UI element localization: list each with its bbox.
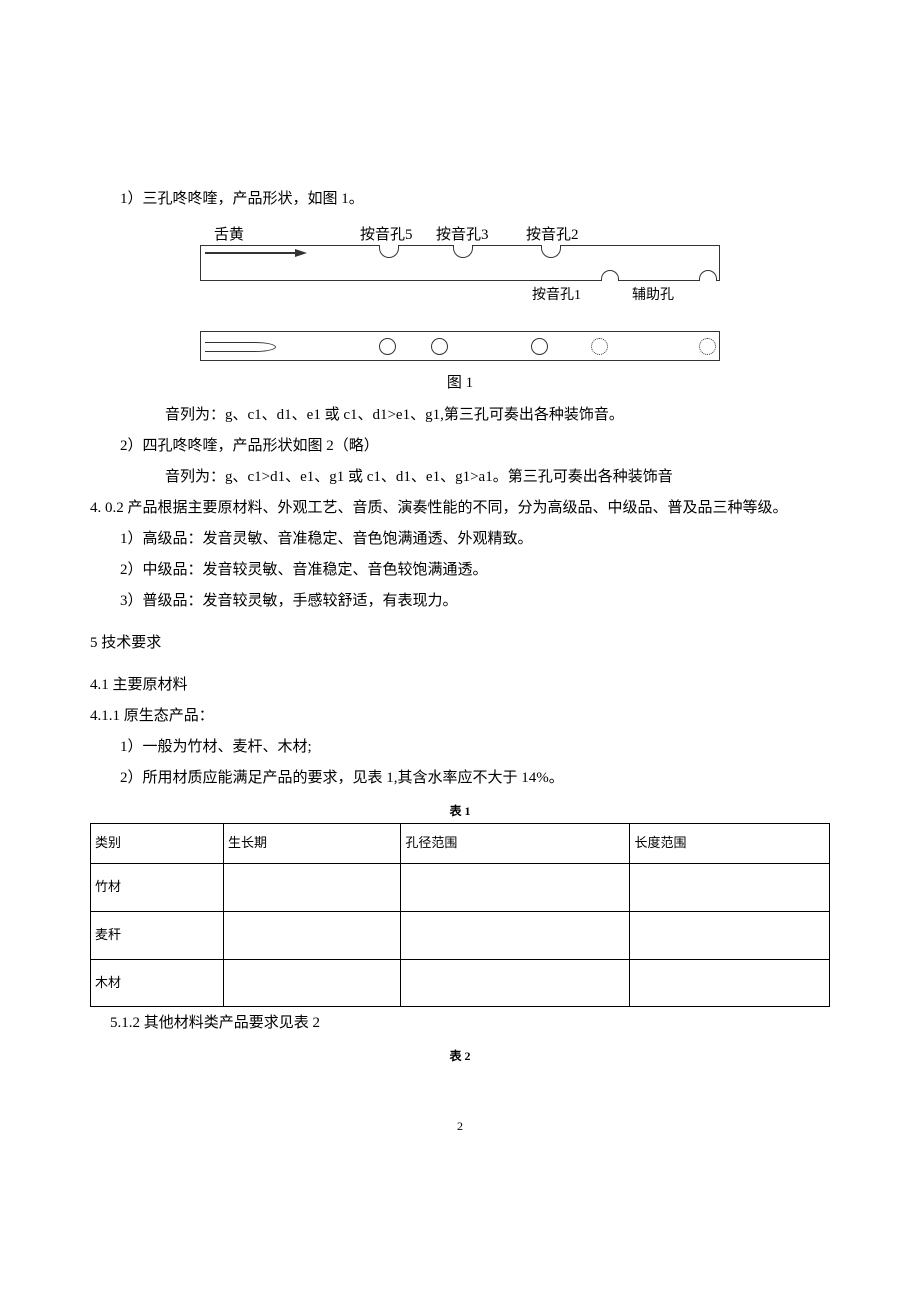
hole-icon — [453, 245, 473, 258]
page-number: 2 — [90, 1117, 830, 1136]
table-cell — [224, 911, 401, 959]
table-header: 生长期 — [224, 824, 401, 864]
figure-1: 舌黄 按音孔5 按音孔3 按音孔2 按音孔1 辅助孔 — [200, 223, 720, 361]
table-cell: 竹材 — [91, 863, 224, 911]
section-4-1-title: 4.1 主要原材料 — [90, 673, 830, 697]
label-aux-hole: 辅助孔 — [632, 285, 674, 307]
section-5-1-2: 5.1.2 其他材料类产品要求见表 2 — [90, 1011, 830, 1035]
section-4-0-2: 4. 0.2 产品根据主要原材料、外观工艺、音质、演奏性能的不同，分为高级品、中… — [90, 496, 830, 520]
section-4-1-1-title: 4.1.1 原生态产品： — [90, 704, 830, 728]
table-2-caption: 表 2 — [90, 1047, 830, 1066]
tone-sequence-1: 音列为：g、c1、d1、e1 或 c1、d1>e1、g1,第三孔可奏出各种装饰音… — [90, 403, 830, 427]
hole-icon — [699, 270, 717, 281]
hole-icon — [431, 338, 448, 355]
table-header: 孔径范围 — [401, 824, 630, 864]
reed-shape — [205, 252, 295, 254]
hole-icon — [601, 270, 619, 281]
table-header: 类别 — [91, 824, 224, 864]
table-row: 竹材 — [91, 863, 830, 911]
hole-icon — [541, 245, 561, 258]
reed-shape — [205, 342, 276, 352]
table-cell — [224, 863, 401, 911]
table-header: 长度范围 — [630, 824, 830, 864]
material-item-2: 2）所用材质应能满足产品的要求，见表 1,其含水率应不大于 14%。 — [90, 766, 830, 790]
label-hole2: 按音孔2 — [526, 223, 579, 247]
table-row: 木材 — [91, 959, 830, 1007]
table-cell — [401, 911, 630, 959]
flute-side-view — [200, 331, 720, 361]
document-page: 1）三孔咚咚喹，产品形状，如图 1。 舌黄 按音孔5 按音孔3 按音孔2 按音孔… — [0, 0, 920, 1176]
hole-icon — [379, 338, 396, 355]
table-1: 类别 生长期 孔径范围 长度范围 竹材 麦秆 木材 — [90, 823, 830, 1007]
section-5-title: 5 技术要求 — [90, 631, 830, 655]
table-cell — [401, 959, 630, 1007]
grade-mid: 2）中级品：发音较灵敏、音准稳定、音色较饱满通透。 — [90, 558, 830, 582]
grade-basic: 3）普级品：发音较灵敏，手感较舒适，有表现力。 — [90, 589, 830, 613]
label-hole5: 按音孔5 — [360, 223, 413, 247]
flute-top-view — [200, 245, 720, 281]
table-cell — [401, 863, 630, 911]
table-cell — [630, 959, 830, 1007]
table-row: 麦秆 — [91, 911, 830, 959]
table-cell — [224, 959, 401, 1007]
tone-sequence-2: 音列为：g、c1>d1、e1、g1 或 c1、d1、e1、g1>a1。第三孔可奏… — [90, 465, 830, 489]
table-cell — [630, 863, 830, 911]
item-four-hole: 2）四孔咚咚喹，产品形状如图 2（略） — [90, 434, 830, 458]
label-hole3: 按音孔3 — [436, 223, 489, 247]
table-cell: 木材 — [91, 959, 224, 1007]
hole-dotted-icon — [591, 338, 608, 355]
grade-premium: 1）高级品：发音灵敏、音准稳定、音色饱满通透、外观精致。 — [90, 527, 830, 551]
material-item-1: 1）一般为竹材、麦杆、木材; — [90, 735, 830, 759]
table-cell — [630, 911, 830, 959]
figure-1-caption: 图 1 — [90, 371, 830, 395]
table-cell: 麦秆 — [91, 911, 224, 959]
label-hole1: 按音孔1 — [532, 285, 581, 307]
table-1-caption: 表 1 — [90, 802, 830, 821]
hole-icon — [379, 245, 399, 258]
label-reed: 舌黄 — [214, 223, 244, 247]
table-header-row: 类别 生长期 孔径范围 长度范围 — [91, 824, 830, 864]
item-three-hole: 1）三孔咚咚喹，产品形状，如图 1。 — [90, 187, 830, 211]
hole-icon — [531, 338, 548, 355]
hole-dotted-icon — [699, 338, 716, 355]
